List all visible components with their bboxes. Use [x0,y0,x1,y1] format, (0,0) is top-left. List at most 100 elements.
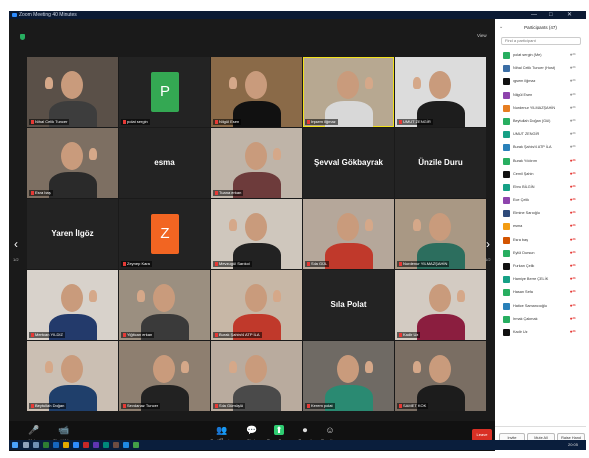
participant-name-label: Esra baş [29,190,53,196]
participant-video-tile[interactable]: Yiğitcan erkan [119,270,210,340]
participant-list-item[interactable]: Elmine Sarıoğlu ⏺▭ [495,207,586,220]
participant-list-item[interactable]: Burak Yıldırım ⏺▭ [495,155,586,168]
edge-icon[interactable] [53,442,59,448]
participant-name-label: Sevdanaz Tuncer [121,403,161,409]
maximize-button[interactable]: □ [549,11,553,19]
participant-list-item[interactable]: Kadir Uz ⏺▭ [495,326,586,339]
participant-list-item[interactable]: Hasan Sefa ⏺▭ [495,286,586,299]
muted-mic-and-video-off-icon: ⏺▭ [570,197,576,203]
zoom-taskbar-icon[interactable] [73,442,79,448]
participant-avatar [503,91,510,99]
app-icon[interactable] [103,442,109,448]
participant-video-tile[interactable]: esma [119,128,210,198]
app-icon[interactable] [113,442,119,448]
participant-video-tile[interactable]: Esra baş [27,128,118,198]
previous-page-arrow-icon[interactable]: ‹ [11,233,21,255]
participant-list-item[interactable]: polat sergin (Me) ⏺▭ [495,49,586,62]
participant-video-tile[interactable]: Nurdenur YILMAZŞAHİN [395,199,486,269]
participant-list-item[interactable]: Ece Çelik ⏺▭ [495,194,586,207]
participant-name-label: Sıla GÜL [305,261,330,267]
participant-video-tile[interactable]: Sevdanaz Tuncer [119,341,210,411]
participant-list-item[interactable]: Hamiye Berre ÇELİK ⏺▭ [495,273,586,286]
participant-video-tile[interactable]: Mevzugül Sarıkol [211,199,302,269]
chrome-icon[interactable] [43,442,49,448]
participant-name: Hamiye Berre ÇELİK [513,277,549,282]
participant-video-tile[interactable]: Ünzile Duru [395,128,486,198]
participant-list-item[interactable]: Ebru BİLGİN ⏺▭ [495,181,586,194]
participant-video-tile[interactable]: Şevval Gökbayrak [303,128,394,198]
file-explorer-icon[interactable] [63,442,69,448]
participant-video-tile[interactable]: Sıla Gümüşlü [211,341,302,411]
app-icon[interactable] [83,442,89,448]
participant-list-item[interactable]: Hatice Samancıoğlu ⏺▭ [495,300,586,313]
minimize-button[interactable]: — [531,11,537,19]
muted-mic-and-video-off-icon: ⏺▭ [570,328,576,334]
participant-video-tile[interactable]: SAMET KOK [395,341,486,411]
participant-video-tile[interactable]: Tuana erkan [211,128,302,198]
participant-list-item[interactable]: Esra baş ⏺▭ [495,234,586,247]
participant-search-input[interactable] [501,37,581,45]
window-title: Zoom Meeting 40 Minutes [19,12,77,18]
start-menu-icon[interactable] [12,442,18,448]
participant-video-tile[interactable]: UMUT ZENGİR [395,57,486,127]
participant-list-item[interactable]: Nihal Celik Tuncer (Host) ⏺▭ [495,62,586,75]
participant-list-item[interactable]: Burak Şahin/4 ATP İLA ⏺▭ [495,141,586,154]
participant-video-tile[interactable]: Yaren İlgöz [27,199,118,269]
participant-list-item[interactable]: UMUT ZENGİR ⏺▭ [495,128,586,141]
next-page-arrow-icon[interactable]: › [483,233,493,255]
security-shield-icon[interactable] [20,34,25,40]
participant-list-item[interactable]: Nurdenur YILMAZŞAHİN ⏺▭ [495,102,586,115]
participant-name: Irmak Çakmak [513,316,538,321]
participant-list-item[interactable]: Eylül Dursun ⏺▭ [495,247,586,260]
participant-list-item[interactable]: ıgsem ilğmaz ⏺▭ [495,75,586,88]
app-icon[interactable] [123,442,129,448]
participant-video-tile[interactable]: Z Zeynep Kara [119,199,210,269]
participant-video-tile[interactable]: Beytullah Doğan [27,341,118,411]
muted-mic-icon [215,119,218,124]
microphone-icon: 🎤 [28,425,40,435]
muted-mic-and-video-off-icon: ⏺▭ [570,249,576,255]
participant-avatar [503,315,510,323]
participant-list-item[interactable]: Irmak Çakmak ⏺▭ [495,313,586,326]
participant-name-label: Irşsem ilğmaz [305,119,338,125]
reactions-smiley-icon: ☺ [325,425,335,435]
participant-avatar [503,65,510,73]
app-icon[interactable] [93,442,99,448]
muted-mic-icon [399,403,402,408]
view-button[interactable]: View [477,33,487,38]
participant-avatar [503,210,510,218]
muted-mic-icon [215,261,218,266]
participant-video-tile[interactable]: Nihal Celik Tuncer [27,57,118,127]
participant-avatar [503,197,510,205]
participant-video-tile[interactable]: Nilgül Esen [211,57,302,127]
participant-name: Ebru BİLGİN [513,184,535,189]
participant-video-tile[interactable]: Kerem polat [303,341,394,411]
close-button[interactable]: ✕ [567,11,572,19]
participant-video-tile[interactable]: Mertcan YILDIZ [27,270,118,340]
participant-list-item[interactable]: Nilgül Esen ⏺▭ [495,89,586,102]
participant-video-tile[interactable]: Kadir Uz [395,270,486,340]
participant-display-name: Yaren İlgöz [51,229,94,238]
mic-and-video-icon: ⏺▭ [570,91,576,97]
app-icon[interactable] [133,442,139,448]
participant-list-item[interactable]: Cemil Şahin ⏺▭ [495,168,586,181]
participant-display-name: Şevval Gökbayrak [314,158,383,167]
mic-and-video-icon: ⏺▭ [570,52,576,57]
search-icon[interactable] [23,442,29,448]
participant-name-label: Zeynep Kara [121,261,152,267]
participant-list-item[interactable]: Furkan Çelik ⏺▭ [495,260,586,273]
participant-avatar [503,131,510,139]
participant-video-tile[interactable]: Sıla GÜL [303,199,394,269]
participant-video-tile[interactable]: Ppolat sergin [119,57,210,127]
participant-video-tile[interactable]: Burak Şahin/4 ATP İLA [211,270,302,340]
participant-list-item[interactable]: Beytullah Doğan (Gül) ⏺▭ [495,115,586,128]
participant-display-name: Ünzile Duru [418,158,463,167]
muted-mic-and-video-off-icon: ⏺▭ [570,236,576,242]
participants-panel: ⌄ Participants (47) polat sergin (Me)⏺▭N… [495,19,586,451]
participants-panel-title: Participants (47) [524,25,557,30]
participant-list: polat sergin (Me) ⏺▭ Nihal Celik Tuncer (H… [495,49,586,339]
participant-list-item[interactable]: esma ⏺▭ [495,220,586,233]
participant-video-tile[interactable]: Sıla Polat [303,270,394,340]
participant-video-tile[interactable]: Irşsem ilğmaz [303,57,394,127]
task-view-icon[interactable] [33,442,39,448]
